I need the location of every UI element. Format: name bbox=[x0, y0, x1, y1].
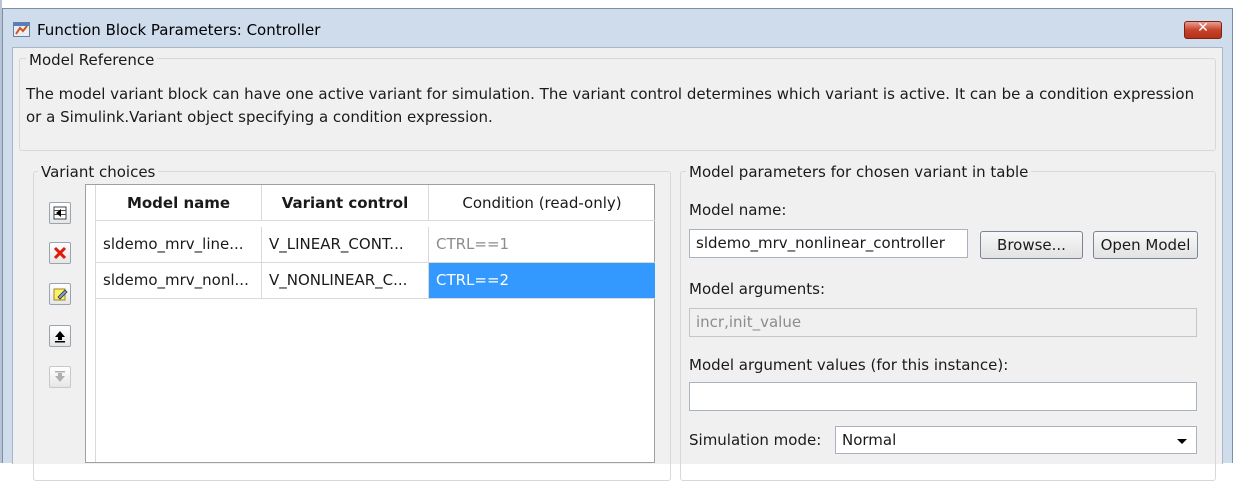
row2-condition[interactable]: CTRL==2 bbox=[429, 263, 655, 299]
column-header-variant-control[interactable]: Variant control bbox=[262, 185, 429, 221]
open-model-button[interactable]: Open Model bbox=[1093, 231, 1198, 259]
model-arguments-field: incr,init_value bbox=[689, 308, 1197, 337]
row1-model-name[interactable]: sldemo_mrv_line... bbox=[96, 227, 262, 263]
model-reference-description: The model variant block can have one act… bbox=[26, 85, 1195, 126]
move-down-icon bbox=[55, 371, 65, 382]
simulation-mode-label: Simulation mode: bbox=[689, 431, 822, 449]
column-header-model-name[interactable]: Model name bbox=[96, 185, 262, 221]
browse-button[interactable]: Browse... bbox=[980, 231, 1083, 259]
window-title: Function Block Parameters: Controller bbox=[37, 21, 321, 39]
title-bar[interactable]: Function Block Parameters: Controller ✕ bbox=[3, 9, 1232, 47]
model-name-label: Model name: bbox=[689, 201, 787, 219]
row2-model-name[interactable]: sldemo_mrv_nonl... bbox=[96, 263, 262, 299]
close-icon: ✕ bbox=[1197, 20, 1209, 36]
add-variant-icon bbox=[53, 206, 67, 220]
delete-variant-icon bbox=[53, 246, 67, 260]
argument-values-label: Model argument values (for this instance… bbox=[689, 356, 1009, 374]
variant-choices-label: Variant choices bbox=[38, 163, 159, 181]
close-button[interactable]: ✕ bbox=[1184, 20, 1222, 39]
row1-variant-control[interactable]: V_LINEAR_CONT... bbox=[262, 227, 429, 263]
simulation-mode-dropdown[interactable]: Normal bbox=[835, 426, 1197, 454]
row2-variant-control[interactable]: V_NONLINEAR_C... bbox=[262, 263, 429, 299]
simulation-mode-value: Normal bbox=[842, 431, 897, 449]
simulink-app-icon bbox=[13, 22, 30, 37]
delete-variant-button[interactable] bbox=[49, 242, 71, 264]
argument-values-input[interactable] bbox=[689, 382, 1197, 411]
chevron-down-icon bbox=[1177, 439, 1187, 444]
column-header-condition[interactable]: Condition (read-only) bbox=[429, 185, 655, 221]
add-variant-button[interactable] bbox=[49, 202, 71, 224]
move-up-button[interactable] bbox=[49, 325, 71, 347]
table-left-gutter bbox=[86, 185, 96, 462]
move-down-button[interactable] bbox=[49, 366, 71, 388]
edit-variant-icon bbox=[53, 288, 68, 301]
model-name-input[interactable]: sldemo_mrv_nonlinear_controller bbox=[689, 229, 968, 258]
model-arguments-label: Model arguments: bbox=[689, 280, 826, 298]
row1-condition[interactable]: CTRL==1 bbox=[429, 227, 655, 263]
model-reference-label: Model Reference bbox=[26, 51, 158, 69]
edit-variant-button[interactable] bbox=[49, 283, 71, 305]
model-params-label: Model parameters for chosen variant in t… bbox=[686, 163, 1032, 181]
move-up-icon bbox=[55, 331, 65, 343]
variant-table[interactable]: Model name Variant control Condition (re… bbox=[85, 184, 655, 463]
